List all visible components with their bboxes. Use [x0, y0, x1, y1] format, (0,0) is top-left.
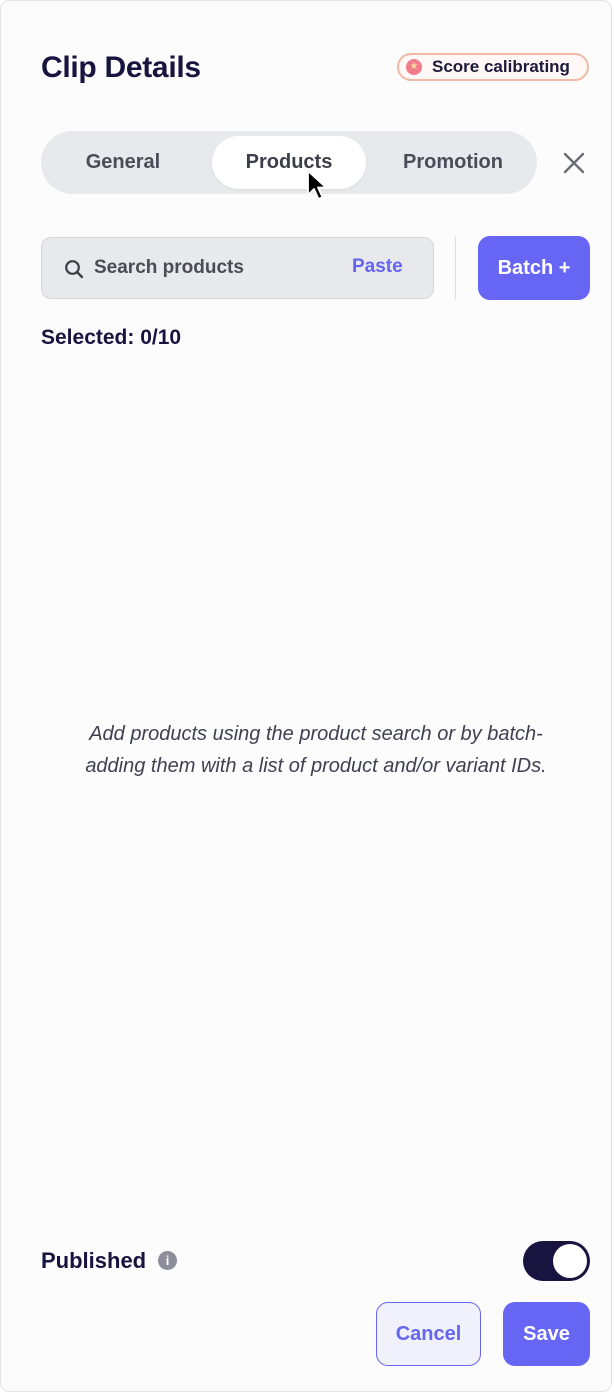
close-button[interactable] [559, 148, 589, 178]
divider [455, 237, 456, 299]
selected-count: Selected: 0/10 [41, 326, 182, 349]
search-icon [65, 260, 84, 279]
tab-products[interactable]: Products [212, 136, 366, 189]
cancel-button[interactable]: Cancel [376, 1302, 481, 1366]
tab-general[interactable]: General [47, 136, 199, 189]
badge-label: Score calibrating [432, 57, 570, 76]
score-status-badge: ★ Score calibrating [397, 53, 589, 81]
clip-details-panel: Clip Details ★ Score calibrating General… [0, 0, 612, 1392]
mouse-pointer-icon [307, 170, 327, 200]
batch-add-button[interactable]: Batch + [478, 236, 590, 300]
search-input[interactable] [94, 238, 324, 298]
page-title: Clip Details [41, 51, 201, 84]
tab-promotion[interactable]: Promotion [376, 136, 530, 189]
empty-state-message: Add products using the product search or… [85, 723, 547, 777]
save-button[interactable]: Save [503, 1302, 590, 1366]
published-toggle[interactable] [523, 1241, 590, 1281]
info-icon[interactable]: i [158, 1251, 177, 1270]
toggle-knob [553, 1244, 587, 1278]
close-icon [563, 152, 585, 174]
tab-bar: General Products Promotion [41, 131, 537, 194]
published-label: Published [41, 1248, 147, 1273]
paste-button[interactable]: Paste [352, 256, 403, 278]
star-icon: ★ [406, 59, 422, 75]
product-search-box[interactable]: Paste [41, 237, 434, 299]
